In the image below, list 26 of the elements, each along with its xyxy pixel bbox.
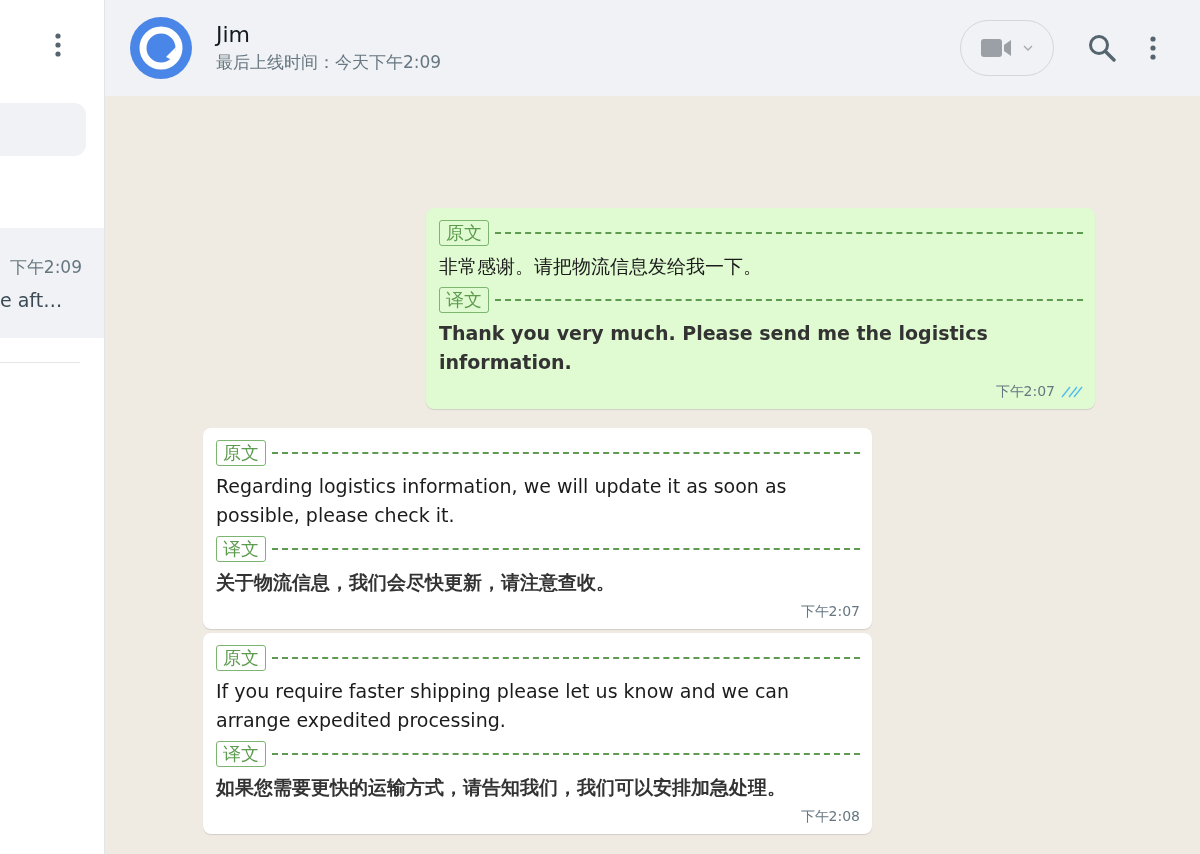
contact-name: Jim [216,22,252,47]
language-tag: 原文 [216,645,266,671]
video-camera-icon [981,38,1013,58]
language-tag: 译文 [216,536,266,562]
translation-text: 关于物流信息，我们会尽快更新，请注意查收。 [216,570,616,595]
chat-list-item[interactable]: 下午2:09 e aft… [0,228,104,338]
menu-icon[interactable] [1150,36,1156,60]
language-tag: 译文 [439,287,489,313]
last-seen-status: 最后上线时间：今天下午2:09 [216,51,442,74]
message-text: If you require faster shipping please let us know and we can arrange expedited processing. [216,679,791,733]
message-time: 下午2:07 [800,603,860,621]
chat-preview: e aft… [0,288,63,311]
translation-text: 如果您需要更快的运输方式，请告知我们，我们可以安排加急处理。 [216,775,787,800]
language-tag: 原文 [439,220,489,246]
translation-text: Thank you very much. Please send me the logistics information. [439,321,989,375]
caret-icon [1023,45,1033,51]
menu-icon[interactable] [55,33,61,57]
message-time: 下午2:08 [800,808,860,826]
avatar-icon[interactable] [130,17,192,79]
chat-time: 下午2:09 [9,255,82,279]
message-text: Regarding logistics information, we will update it as soon as possible, please check it. [216,474,788,528]
language-tag: 原文 [216,440,266,466]
message-text: 非常感谢。请把物流信息发给我一下。 [439,254,763,279]
language-tag: 译文 [216,741,266,767]
message-time: 下午2:07 [995,383,1055,401]
search-icon[interactable] [1088,34,1116,62]
